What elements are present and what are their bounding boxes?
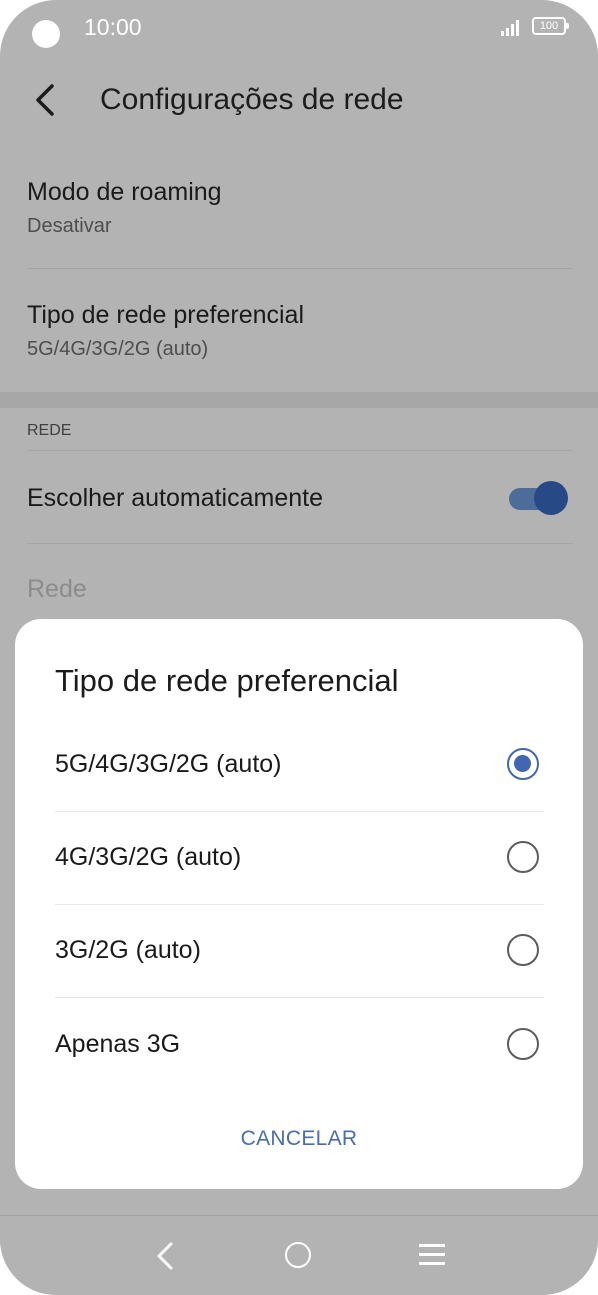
status-time: 10:00 xyxy=(84,14,142,40)
divider xyxy=(55,997,544,998)
toggle-thumb xyxy=(534,481,568,515)
page-title: Configurações de rede xyxy=(100,83,404,116)
radio-selected-icon[interactable] xyxy=(507,748,539,780)
auto-select-toggle[interactable] xyxy=(507,481,569,515)
radio-unselected-icon[interactable] xyxy=(507,841,539,873)
setting-network-type-value: 5G/4G/3G/2G (auto) xyxy=(27,338,209,360)
setting-network-type-label: Tipo de rede preferencial xyxy=(27,301,305,329)
setting-roaming-value: Desativar xyxy=(27,215,112,237)
back-icon[interactable] xyxy=(150,1238,180,1274)
option-label: 5G/4G/3G/2G (auto) xyxy=(55,750,282,778)
option-5g-4g-3g-2g[interactable]: 5G/4G/3G/2G (auto) xyxy=(55,719,544,812)
divider xyxy=(27,450,573,451)
dialog-title: Tipo de rede preferencial xyxy=(55,663,399,698)
option-4g-3g-2g[interactable]: 4G/3G/2G (auto) xyxy=(55,812,544,905)
option-3g-only[interactable]: Apenas 3G xyxy=(55,999,544,1092)
network-type-dialog: Tipo de rede preferencial 5G/4G/3G/2G (a… xyxy=(15,619,583,1189)
section-separator xyxy=(0,392,598,408)
home-icon[interactable] xyxy=(285,1242,311,1268)
setting-preferred-network-type[interactable]: Tipo de rede preferencial 5G/4G/3G/2G (a… xyxy=(27,301,573,361)
option-label: 4G/3G/2G (auto) xyxy=(55,843,242,871)
status-bar: 10:00 100 xyxy=(0,0,598,56)
back-arrow-icon[interactable] xyxy=(28,80,68,124)
option-label: 3G/2G (auto) xyxy=(55,936,201,964)
setting-auto-select[interactable]: Escolher automaticamente xyxy=(27,484,573,513)
battery-icon: 100 xyxy=(532,17,569,35)
setting-network-label: Rede xyxy=(27,575,87,603)
radio-unselected-icon[interactable] xyxy=(507,1028,539,1060)
divider xyxy=(27,543,573,544)
setting-roaming-label: Modo de roaming xyxy=(27,178,222,206)
section-title-network: REDE xyxy=(27,422,72,439)
phone-screen: 10:00 100 Configurações de rede Modo de … xyxy=(0,0,598,1295)
signal-icon xyxy=(501,20,521,36)
option-label: Apenas 3G xyxy=(55,1030,181,1058)
setting-auto-select-label: Escolher automaticamente xyxy=(27,484,323,512)
divider xyxy=(27,268,573,269)
cancel-button[interactable]: CANCELAR xyxy=(199,1119,399,1159)
navigation-bar xyxy=(0,1215,598,1295)
radio-unselected-icon[interactable] xyxy=(507,934,539,966)
recents-menu-icon[interactable] xyxy=(419,1244,445,1266)
setting-roaming-mode[interactable]: Modo de roaming Desativar xyxy=(27,178,573,238)
option-3g-2g[interactable]: 3G/2G (auto) xyxy=(55,905,544,998)
app-bar: Configurações de rede xyxy=(0,68,598,138)
camera-cutout xyxy=(32,20,60,48)
